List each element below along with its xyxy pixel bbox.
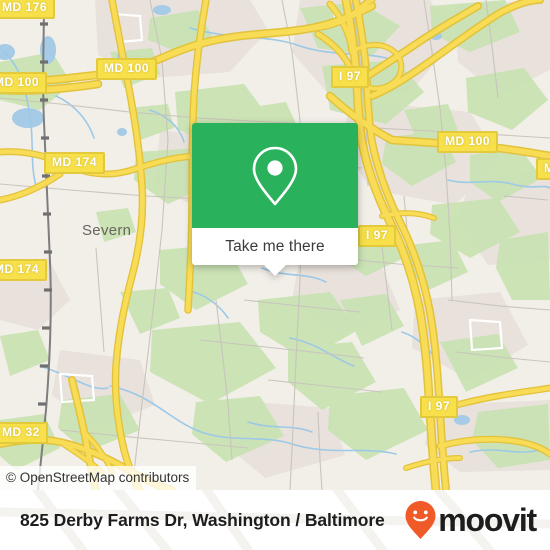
moovit-smiley-pin-icon xyxy=(405,501,436,539)
road-shield-md32[interactable]: MD 32 xyxy=(0,422,48,444)
road-shield-i97-south[interactable]: I 97 xyxy=(420,396,459,418)
destination-callout[interactable]: Take me there xyxy=(192,123,358,276)
address-label: 825 Derby Farms Dr, Washington / Baltimo… xyxy=(20,509,385,530)
take-me-there-label: Take me there xyxy=(225,237,325,255)
map-screenshot: Severn MD 176 MD 100 MD 100 MD 174 MD 17… xyxy=(0,0,550,550)
road-shield-md100[interactable]: MD 100 xyxy=(96,58,158,80)
callout-icon-area xyxy=(192,123,358,228)
road-shield-md100-west[interactable]: MD 100 xyxy=(0,72,48,94)
moovit-logo[interactable]: moovit xyxy=(404,500,537,540)
moovit-wordmark: moovit xyxy=(438,502,537,538)
road-shield-md100-east[interactable]: MD 100 xyxy=(437,131,499,153)
map-place-label: Severn xyxy=(82,222,132,239)
footer-bar: 825 Derby Farms Dr, Washington / Baltimo… xyxy=(0,490,550,550)
road-shield-i97-north[interactable]: I 97 xyxy=(331,66,370,88)
callout-pointer-icon xyxy=(264,265,286,276)
callout-action-area[interactable]: Take me there xyxy=(192,228,358,276)
road-shield-md100-far-east[interactable]: MD 100 xyxy=(536,158,550,180)
map-pin-icon xyxy=(252,146,298,205)
road-shield-md174-west[interactable]: MD 174 xyxy=(0,259,48,281)
osm-attribution[interactable]: © OpenStreetMap contributors xyxy=(0,466,197,490)
road-shield-md176[interactable]: MD 176 xyxy=(0,0,56,19)
road-shield-md174[interactable]: MD 174 xyxy=(44,152,106,174)
map-canvas[interactable]: Severn MD 176 MD 100 MD 100 MD 174 MD 17… xyxy=(0,0,550,490)
road-shield-i97-mid[interactable]: I 97 xyxy=(358,225,397,247)
